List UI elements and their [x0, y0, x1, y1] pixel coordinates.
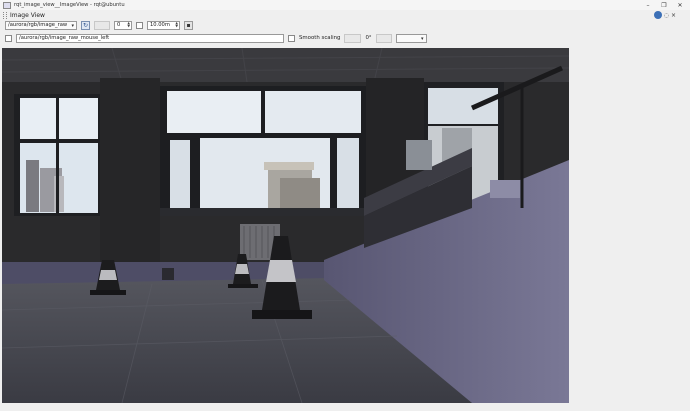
chevron-down-icon: ▾	[421, 35, 424, 42]
center-window	[160, 86, 366, 216]
plugin-header-buttons: ◌ ×	[653, 11, 676, 19]
maximize-button[interactable]: ❐	[656, 0, 672, 10]
color-scheme-button[interactable]	[94, 20, 110, 30]
colormap-select[interactable]: ▾	[395, 33, 427, 43]
max-range-checkbox[interactable]	[136, 21, 143, 29]
topic-select[interactable]: /aurora/rgb/image_raw ▾	[5, 20, 77, 30]
smooth-scaling-label: Smooth scaling	[299, 35, 341, 41]
rotate-left-button[interactable]	[344, 33, 362, 43]
topic-select-value: /aurora/rgb/image_raw	[8, 22, 68, 28]
camera-frame	[2, 48, 569, 403]
minimize-button[interactable]: –	[640, 0, 656, 10]
min-value-spinbox[interactable]: 0 ▲ ▼	[114, 20, 132, 30]
plugin-header: Image View ◌ ×	[0, 10, 690, 20]
floor-box	[162, 268, 174, 280]
chevron-down-icon: ▾	[71, 22, 74, 29]
app-icon	[3, 1, 11, 9]
window-controls: – ❐ ✕	[640, 0, 688, 10]
mouse-topic-input[interactable]: /aurora/rgb/image_raw_mouse_left	[16, 33, 284, 43]
reload-icon[interactable]: ◌	[664, 12, 669, 19]
window-title: rqt_image_view__ImageView - rqt@ubuntu	[14, 2, 125, 8]
spin-arrows-icon[interactable]: ▲ ▼	[175, 21, 178, 29]
save-image-button[interactable]: ▪	[184, 20, 193, 30]
refresh-button[interactable]: ↻	[81, 20, 90, 30]
plugin-title: Image View	[10, 11, 45, 19]
close-plugin-icon[interactable]: ×	[671, 12, 676, 19]
mouse-publish-checkbox[interactable]	[5, 34, 12, 42]
rotation-label: 0°	[365, 35, 372, 41]
spin-arrows-icon[interactable]: ▲ ▼	[127, 21, 130, 29]
pillar	[100, 78, 160, 283]
camera-image[interactable]	[2, 48, 569, 403]
toolbar-row-1: /aurora/rgb/image_raw ▾ ↻ 0 ▲ ▼ 10.00m ▲ ▼…	[5, 20, 193, 30]
save-icon: ▪	[186, 21, 191, 29]
help-icon[interactable]	[653, 11, 662, 19]
refresh-icon: ↻	[82, 21, 89, 29]
window-titlebar: rqt_image_view__ImageView - rqt@ubuntu –…	[0, 0, 690, 10]
ceiling	[2, 48, 569, 82]
close-button[interactable]: ✕	[672, 0, 688, 10]
mouse-topic-value: /aurora/rgb/image_raw_mouse_left	[19, 35, 110, 41]
toolbar-row-2: /aurora/rgb/image_raw_mouse_left Smooth …	[5, 33, 427, 43]
left-window	[14, 94, 100, 216]
drag-handle-icon[interactable]	[3, 11, 7, 19]
max-range-value: 10.00m	[150, 22, 170, 28]
min-value: 0	[117, 22, 121, 28]
rotate-right-button[interactable]	[375, 33, 392, 43]
smooth-scaling-checkbox[interactable]	[288, 34, 295, 42]
max-range-spinbox[interactable]: 10.00m ▲ ▼	[147, 20, 180, 30]
